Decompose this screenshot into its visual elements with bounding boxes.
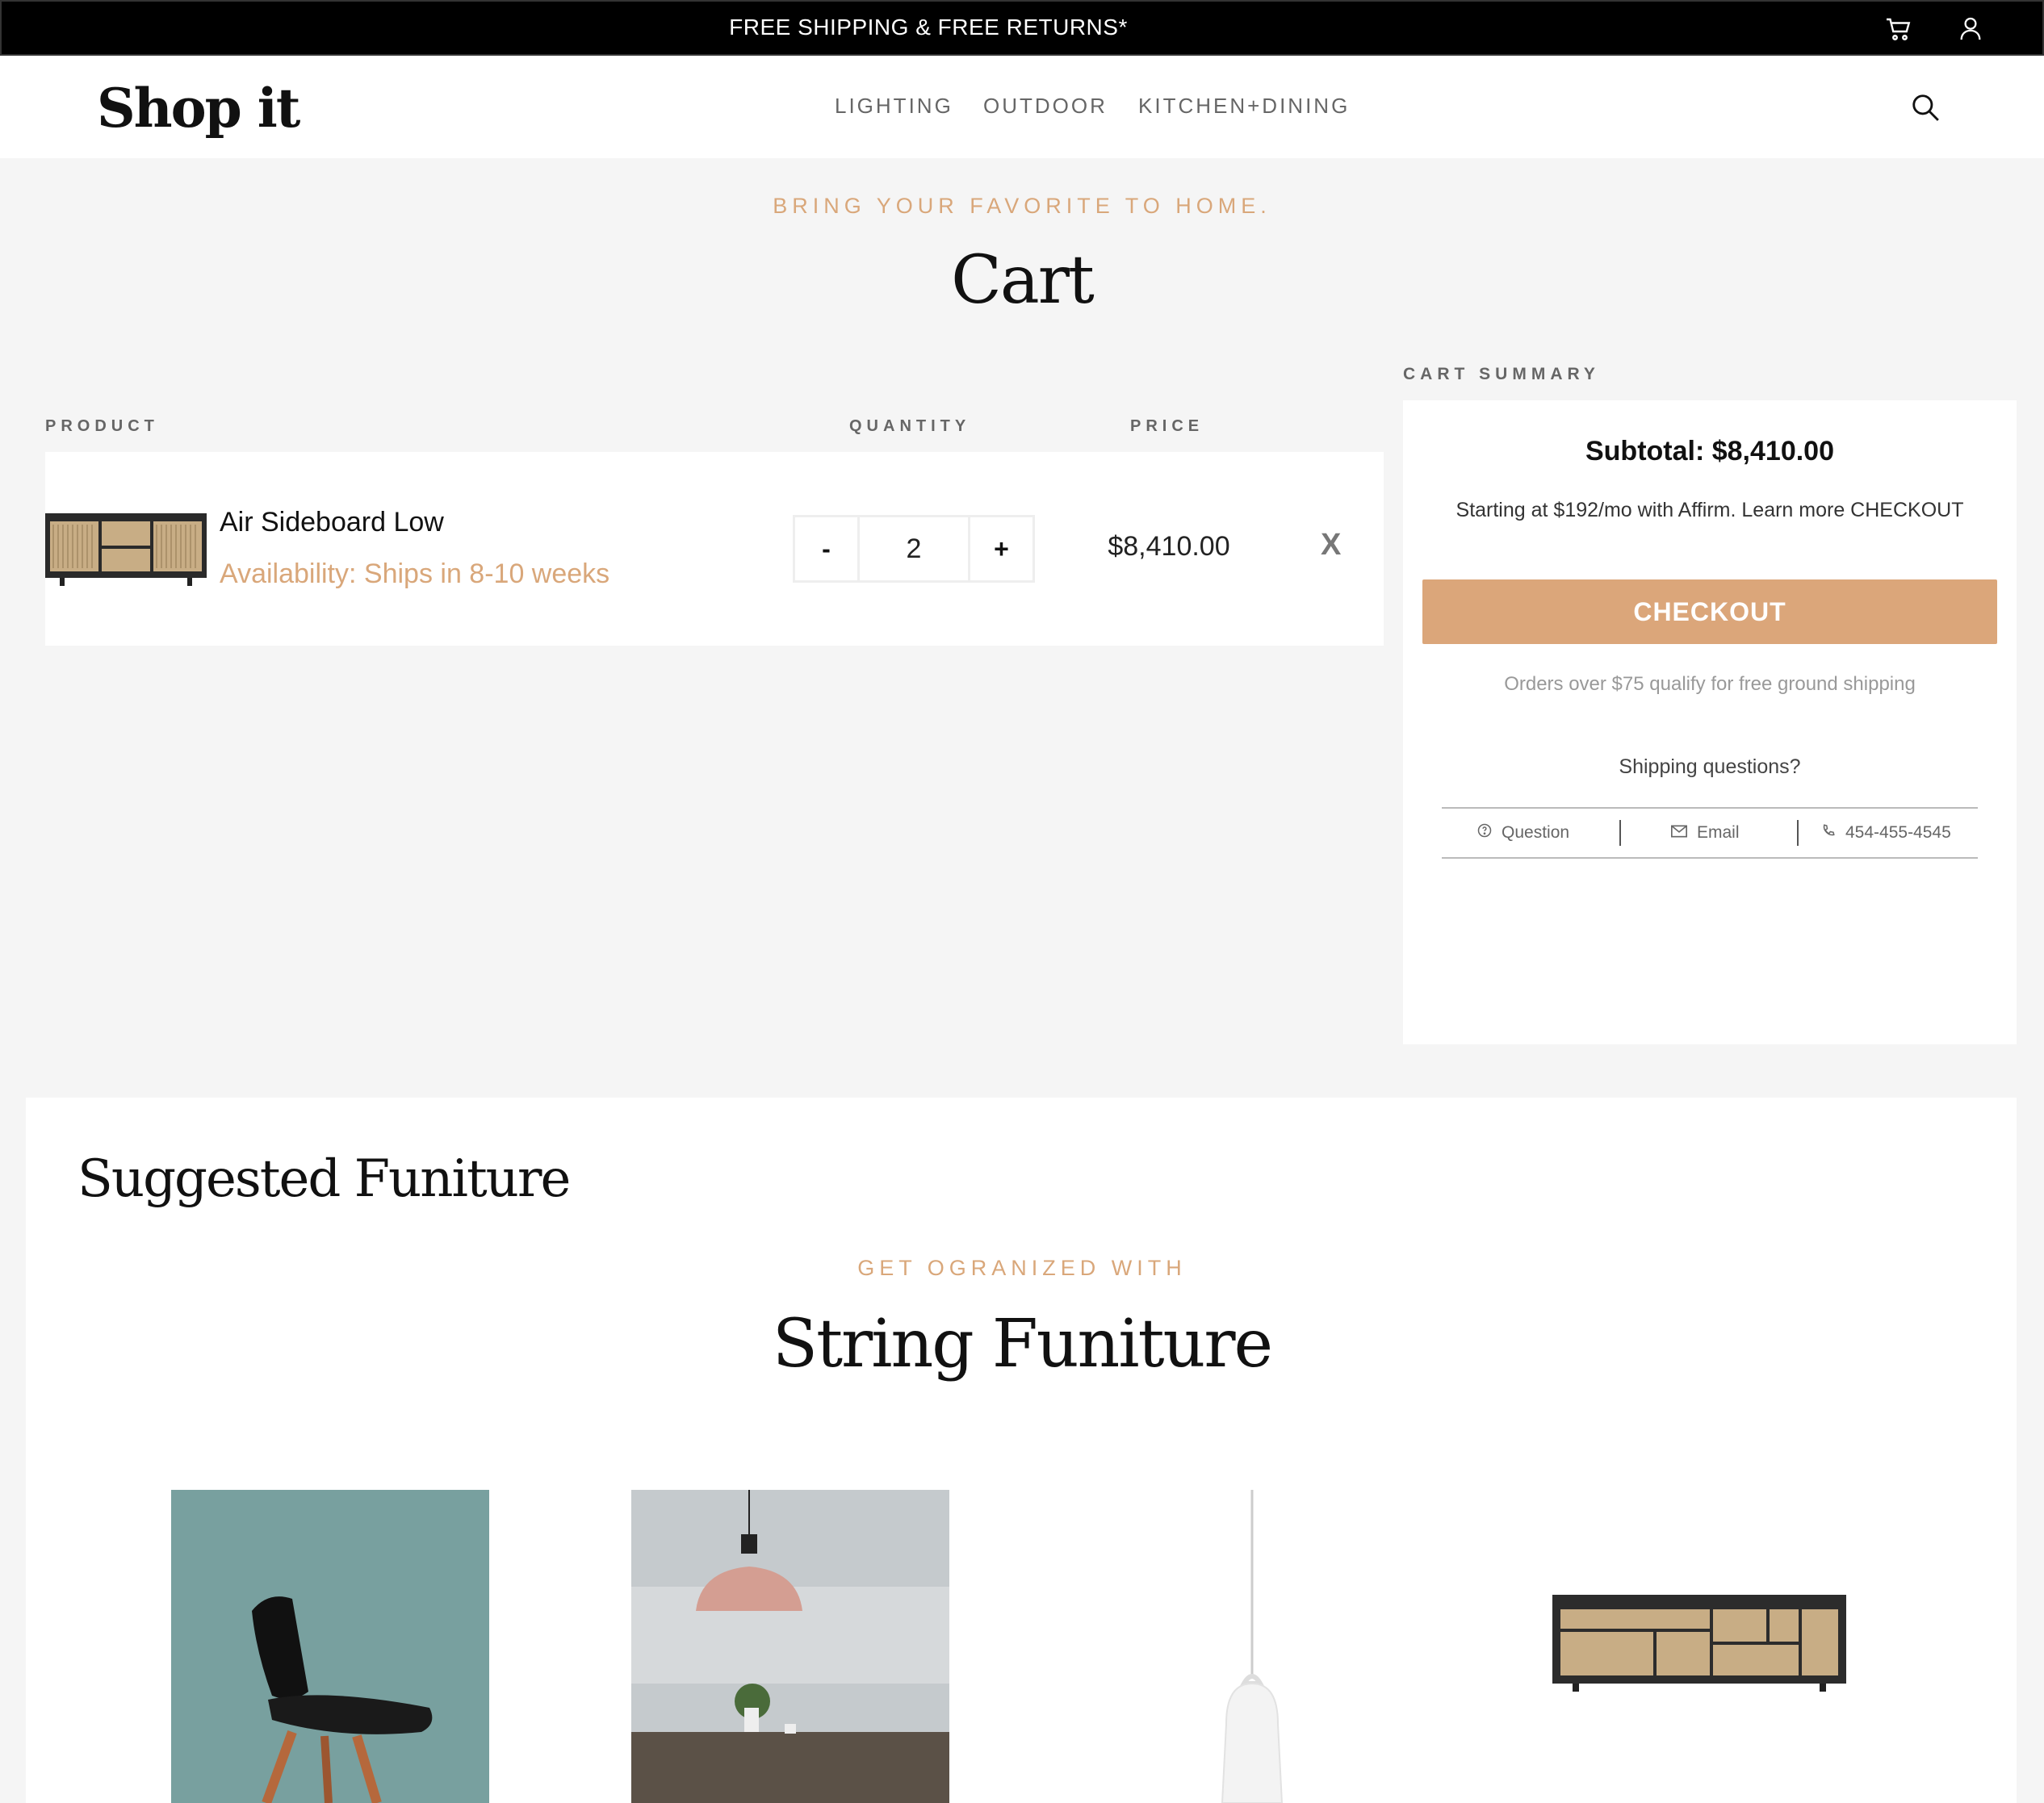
cart-summary-heading: CART SUMMARY — [1403, 365, 1600, 383]
suggested-title: Suggested Funiture — [77, 1149, 571, 1209]
contact-question-label: Question — [1502, 823, 1570, 842]
pendant-lamp-image — [631, 1490, 949, 1803]
product-availability: Availability: Ships in 8-10 weeks — [220, 558, 610, 589]
shipping-questions-label: Shipping questions? — [1619, 755, 1801, 778]
nav-item-kitchen-dining[interactable]: KITCHEN+DINING — [1138, 94, 1350, 119]
checkout-button[interactable]: CHECKOUT — [1422, 579, 1997, 644]
product-card-chair[interactable] — [171, 1490, 489, 1803]
divider — [1619, 820, 1621, 846]
cart-icon[interactable] — [1884, 15, 1913, 44]
contact-email-label: Email — [1697, 823, 1740, 842]
chair-image — [252, 1596, 433, 1803]
suggested-eyebrow: GET OGRANIZED WITH — [857, 1256, 1187, 1280]
product-card-sideboard[interactable] — [1540, 1490, 1858, 1803]
sideboard-image — [1552, 1595, 1846, 1692]
contact-phone-label: 454-455-4545 — [1845, 823, 1951, 842]
banner-text: FREE SHIPPING & FREE RETURNS* — [729, 15, 1128, 40]
phone-icon — [1821, 823, 1836, 843]
quantity-stepper: - 2 + — [793, 515, 1035, 583]
product-thumbnail[interactable] — [45, 508, 207, 589]
quantity-input[interactable]: 2 — [860, 517, 968, 580]
contact-question-link[interactable]: Question — [1477, 809, 1569, 857]
page-title: Cart — [951, 242, 1095, 319]
product-card-pendant-lamp[interactable] — [631, 1490, 949, 1803]
remove-item-button[interactable]: X — [1321, 528, 1341, 563]
contact-bar: Question Email 454-455-4545 — [1442, 807, 1978, 859]
cart-summary-panel — [1403, 400, 2017, 1044]
column-header-quantity: QUANTITY — [849, 417, 971, 435]
mail-icon — [1671, 823, 1687, 843]
contact-phone-link[interactable]: 454-455-4545 — [1821, 809, 1951, 857]
nav-item-outdoor[interactable]: OUTDOOR — [983, 94, 1108, 119]
column-header-price: PRICE — [1130, 417, 1204, 435]
quantity-increase-button[interactable]: + — [968, 517, 1032, 580]
affirm-financing-text[interactable]: Starting at $192/mo with Affirm. Learn m… — [1403, 499, 2017, 522]
logo[interactable]: Shop it — [97, 77, 300, 140]
product-name[interactable]: Air Sideboard Low — [220, 507, 444, 538]
user-icon[interactable] — [1957, 15, 1984, 42]
subtotal: Subtotal: $8,410.00 — [1585, 436, 1834, 466]
suggested-heading: String Funiture — [772, 1306, 1273, 1383]
question-icon — [1477, 823, 1492, 843]
free-shipping-note: Orders over $75 qualify for free ground … — [1504, 673, 1916, 695]
column-header-product: PRODUCT — [45, 417, 159, 435]
quantity-decrease-button[interactable]: - — [795, 517, 860, 580]
product-price: $8,410.00 — [1108, 531, 1230, 562]
search-icon[interactable] — [1910, 92, 1941, 123]
nav-item-lighting[interactable]: LIGHTING — [835, 94, 953, 119]
divider — [1797, 820, 1799, 846]
product-card-bell-lamp[interactable] — [1093, 1490, 1411, 1803]
page-eyebrow: BRING YOUR FAVORITE TO HOME. — [773, 194, 1271, 218]
bell-lamp-image — [1221, 1490, 1284, 1803]
contact-email-link[interactable]: Email — [1671, 809, 1740, 857]
